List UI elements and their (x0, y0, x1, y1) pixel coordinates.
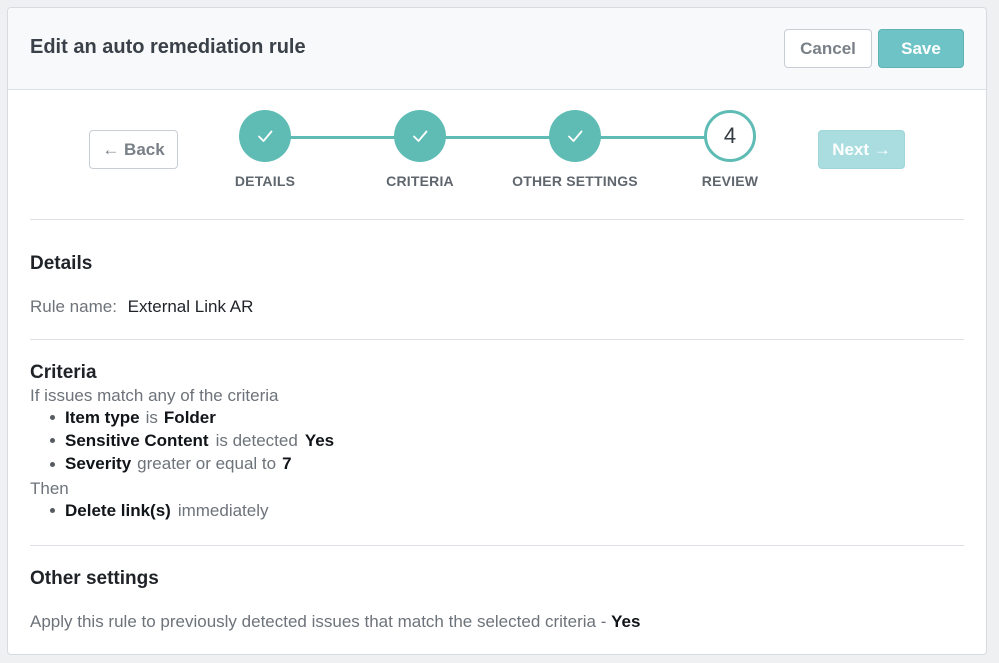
divider (30, 339, 964, 340)
criteria-field: Severity (65, 454, 132, 474)
divider (30, 219, 964, 220)
other-settings-section-title: Other settings (30, 568, 159, 589)
action-timing: immediately (177, 500, 269, 520)
action-name: Delete link(s) (65, 500, 171, 520)
step-label-criteria: CRITERIA (386, 173, 454, 189)
criteria-intro: If issues match any of the criteria (30, 386, 279, 405)
list-item: Item type is Folder (30, 406, 334, 429)
step-criteria-indicator[interactable] (394, 110, 446, 162)
bullet-icon (50, 461, 55, 467)
criteria-field: Sensitive Content (65, 430, 209, 450)
step-review-indicator: 4 (704, 110, 756, 162)
wizard-stepper: ← Back 4 DETAILS CRITERIA OTHER SETTINGS… (8, 90, 986, 220)
bullet-icon (50, 438, 55, 444)
list-item: Delete link(s) immediately (30, 499, 269, 522)
criteria-operator: is (145, 407, 158, 427)
rule-name-value: External Link AR (127, 297, 254, 316)
then-label: Then (30, 479, 69, 498)
criteria-operator: is detected (215, 430, 298, 450)
apply-rule-row: Apply this rule to previously detected i… (30, 612, 640, 632)
actions-list: Delete link(s) immediately (30, 499, 269, 522)
bullet-icon (50, 415, 55, 421)
check-icon (258, 130, 273, 142)
rule-name-label: Rule name: (30, 297, 117, 316)
list-item: Sensitive Content is detected Yes (30, 429, 334, 452)
check-icon (568, 130, 583, 142)
criteria-operator: greater or equal to (137, 454, 277, 474)
next-button: Next → (818, 130, 905, 169)
criteria-value: Folder (163, 407, 216, 427)
criteria-field: Item type (65, 407, 140, 427)
criteria-value: 7 (282, 454, 292, 474)
step-label-other-settings: OTHER SETTINGS (512, 173, 638, 189)
step-details-indicator[interactable] (239, 110, 291, 162)
page-title: Edit an auto remediation rule (30, 36, 306, 58)
edit-rule-dialog: Edit an auto remediation rule Cancel Sav… (7, 7, 987, 655)
criteria-list: Item type is Folder Sensitive Content is… (30, 406, 334, 476)
step-label-review: REVIEW (701, 173, 759, 189)
list-item: Severity greater or equal to 7 (30, 453, 334, 476)
apply-rule-value: Yes (611, 612, 641, 631)
criteria-value: Yes (304, 430, 335, 450)
bullet-icon (50, 508, 55, 514)
step-other-settings-indicator[interactable] (549, 110, 601, 162)
divider (30, 545, 964, 546)
criteria-section-title: Criteria (30, 362, 97, 383)
rule-name-row: Rule name: External Link AR (30, 297, 253, 317)
step-label-details: DETAILS (234, 173, 296, 189)
save-button[interactable]: Save (878, 29, 964, 68)
dialog-header: Edit an auto remediation rule Cancel Sav… (8, 8, 986, 90)
apply-rule-text: Apply this rule to previously detected i… (30, 612, 607, 631)
details-section-title: Details (30, 253, 93, 274)
cancel-button[interactable]: Cancel (784, 29, 872, 68)
back-button[interactable]: ← Back (89, 130, 178, 169)
check-icon (413, 130, 428, 142)
